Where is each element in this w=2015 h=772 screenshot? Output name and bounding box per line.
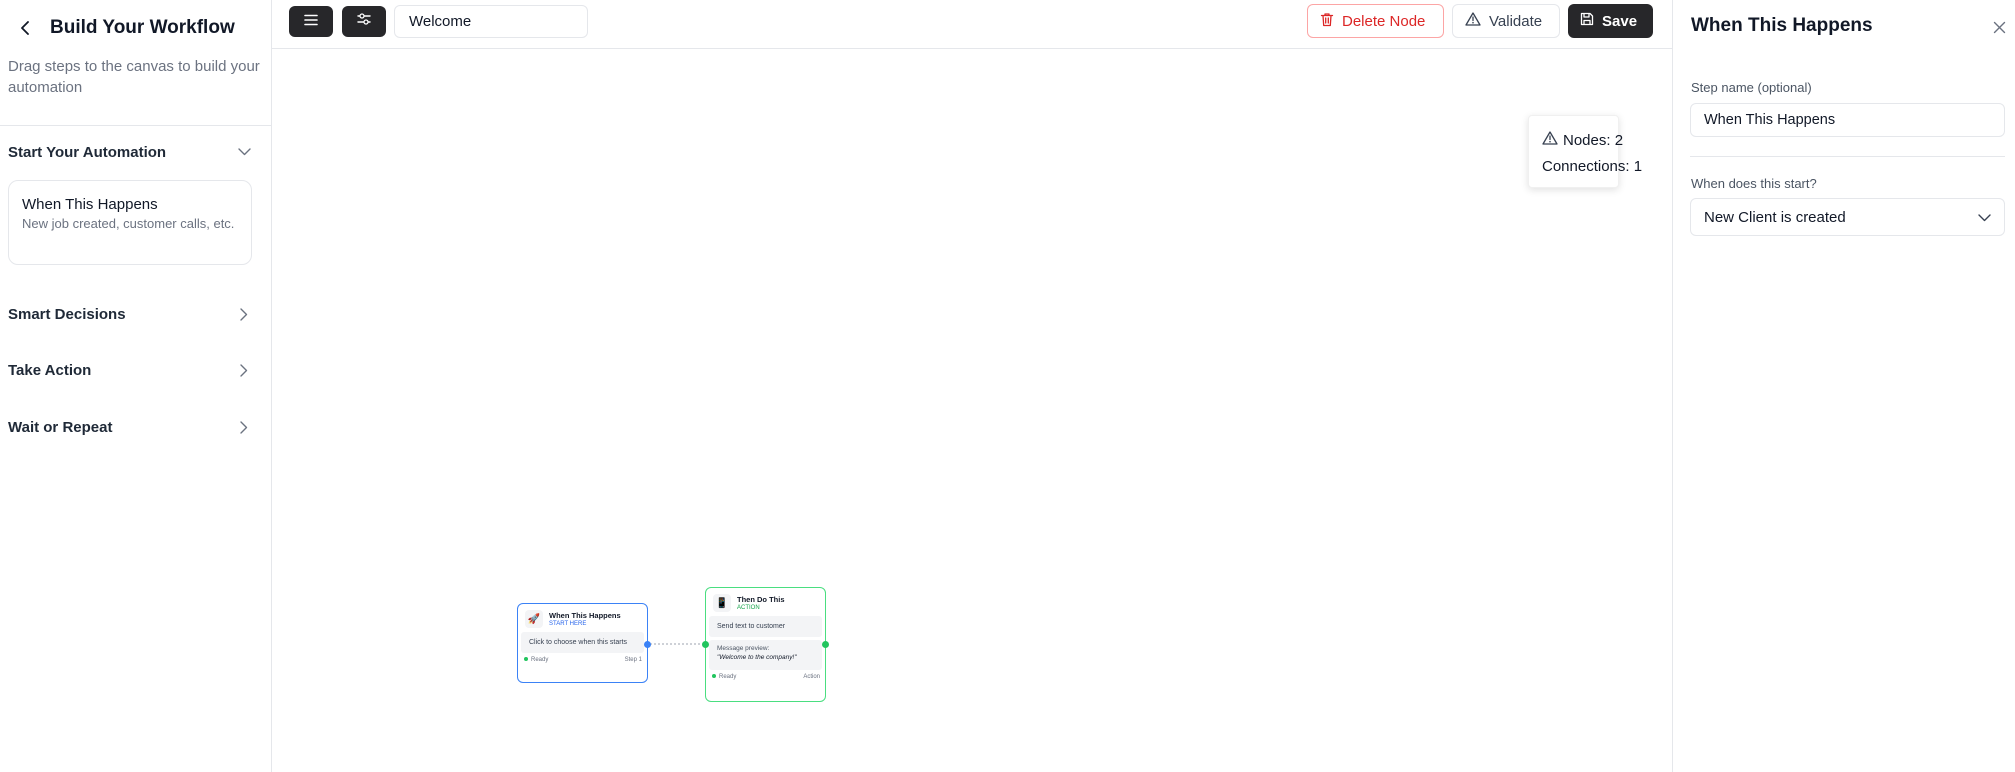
node-status-label: Ready bbox=[531, 657, 549, 663]
hamburger-icon bbox=[304, 13, 318, 31]
canvas-toolbar: Delete Node Validate Save bbox=[272, 0, 1672, 49]
sidebar-description: Drag steps to the canvas to build your a… bbox=[8, 58, 260, 96]
output-handle[interactable] bbox=[822, 641, 829, 648]
chevron-down-icon bbox=[237, 145, 251, 159]
preview-text: "Welcome to the company!" bbox=[717, 654, 797, 661]
save-button[interactable]: Save bbox=[1568, 4, 1653, 38]
phone-icon: 📱 bbox=[713, 594, 731, 612]
panel-divider bbox=[1690, 156, 2005, 157]
section-label: Start Your Automation bbox=[8, 143, 167, 161]
node-footer: Ready Action bbox=[706, 670, 825, 680]
node-body: Click to choose when this starts bbox=[521, 632, 644, 653]
save-disk-icon bbox=[1580, 12, 1594, 30]
node-status-label: Ready bbox=[719, 674, 737, 680]
canvas-stats-panel: Nodes: 2 Connections: 1 bbox=[1528, 115, 1643, 188]
action-node[interactable]: 📱 Then Do This ACTION Send text to custo… bbox=[702, 587, 829, 702]
section-start-automation[interactable]: Start Your Automation bbox=[0, 132, 271, 172]
node-status: Ready bbox=[524, 657, 548, 663]
sidebar-header: Build Your Workflow bbox=[0, 0, 271, 56]
node-body: Send text to customer bbox=[709, 616, 822, 637]
chevron-down-icon bbox=[1978, 209, 1991, 226]
section-label: Smart Decisions bbox=[8, 305, 126, 323]
node-step: Step 1 bbox=[624, 657, 642, 663]
delete-node-label: Delete Node bbox=[1342, 12, 1426, 30]
sliders-icon bbox=[357, 12, 371, 31]
tile-description: New job created, customer calls, etc. bbox=[22, 216, 235, 231]
section-label: Take Action bbox=[8, 361, 92, 379]
nodes-count-row: Nodes: 2 bbox=[1542, 128, 1623, 154]
sidebar-title: Build Your Workflow bbox=[50, 17, 235, 38]
delete-node-button[interactable]: Delete Node bbox=[1307, 4, 1444, 38]
input-handle[interactable] bbox=[702, 641, 709, 648]
menu-button[interactable] bbox=[289, 6, 333, 37]
output-handle[interactable] bbox=[644, 641, 651, 648]
node-footer: Ready Step 1 bbox=[518, 653, 647, 663]
node-title: Then Do This bbox=[737, 594, 785, 604]
workflow-name-input[interactable] bbox=[394, 5, 588, 38]
tile-title: When This Happens bbox=[22, 196, 158, 213]
node-header: 📱 Then Do This ACTION bbox=[706, 588, 825, 616]
trigger-node[interactable]: 🚀 When This Happens START HERE Click to … bbox=[517, 603, 651, 683]
warning-triangle-icon bbox=[1465, 12, 1481, 30]
nodes-count: Nodes: 2 bbox=[1563, 132, 1624, 149]
node-properties-panel: When This Happens Step name (optional) W… bbox=[1672, 0, 2015, 772]
chevron-right-icon bbox=[237, 307, 251, 321]
panel-title: When This Happens bbox=[1691, 15, 1873, 36]
start-condition-value: New Client is created bbox=[1704, 208, 1846, 226]
message-preview: Message preview: "Welcome to the company… bbox=[709, 640, 822, 670]
status-dot bbox=[712, 674, 716, 679]
rocket-icon: 🚀 bbox=[525, 610, 543, 628]
chevron-right-icon bbox=[237, 363, 251, 377]
node-title: When This Happens bbox=[549, 610, 621, 620]
trigger-step-tile[interactable]: When This Happens New job created, custo… bbox=[8, 180, 252, 265]
status-dot bbox=[524, 657, 528, 662]
start-condition-label: When does this start? bbox=[1691, 176, 1817, 191]
section-smart-decisions[interactable]: Smart Decisions bbox=[0, 294, 271, 334]
close-icon[interactable] bbox=[1991, 19, 2007, 35]
node-status: Ready bbox=[712, 674, 736, 680]
warning-triangle-icon bbox=[1542, 128, 1558, 154]
save-label: Save bbox=[1602, 12, 1638, 30]
trash-icon bbox=[1320, 12, 1334, 31]
section-label: Wait or Repeat bbox=[8, 418, 113, 436]
node-tag: START HERE bbox=[549, 620, 587, 627]
step-name-label: Step name (optional) bbox=[1691, 80, 1812, 95]
start-condition-select[interactable]: New Client is created bbox=[1690, 198, 2005, 236]
chevron-right-icon bbox=[237, 420, 251, 434]
settings-button[interactable] bbox=[342, 6, 386, 37]
preview-label: Message preview: bbox=[717, 645, 770, 652]
section-take-action[interactable]: Take Action bbox=[0, 350, 271, 390]
step-name-input[interactable] bbox=[1690, 103, 2005, 137]
connections-count: Connections: 1 bbox=[1542, 158, 1643, 175]
back-arrow-icon[interactable] bbox=[18, 20, 34, 36]
section-wait-or-repeat[interactable]: Wait or Repeat bbox=[0, 407, 271, 447]
sidebar-divider bbox=[0, 125, 271, 126]
step-library-sidebar: Build Your Workflow Drag steps to the ca… bbox=[0, 0, 272, 772]
node-tag: ACTION bbox=[737, 604, 760, 611]
node-header: 🚀 When This Happens START HERE bbox=[518, 604, 647, 632]
node-kind: Action bbox=[803, 674, 820, 680]
validate-button[interactable]: Validate bbox=[1452, 4, 1560, 38]
validate-label: Validate bbox=[1489, 12, 1543, 30]
workflow-canvas[interactable]: Nodes: 2 Connections: 1 bbox=[272, 49, 1672, 772]
